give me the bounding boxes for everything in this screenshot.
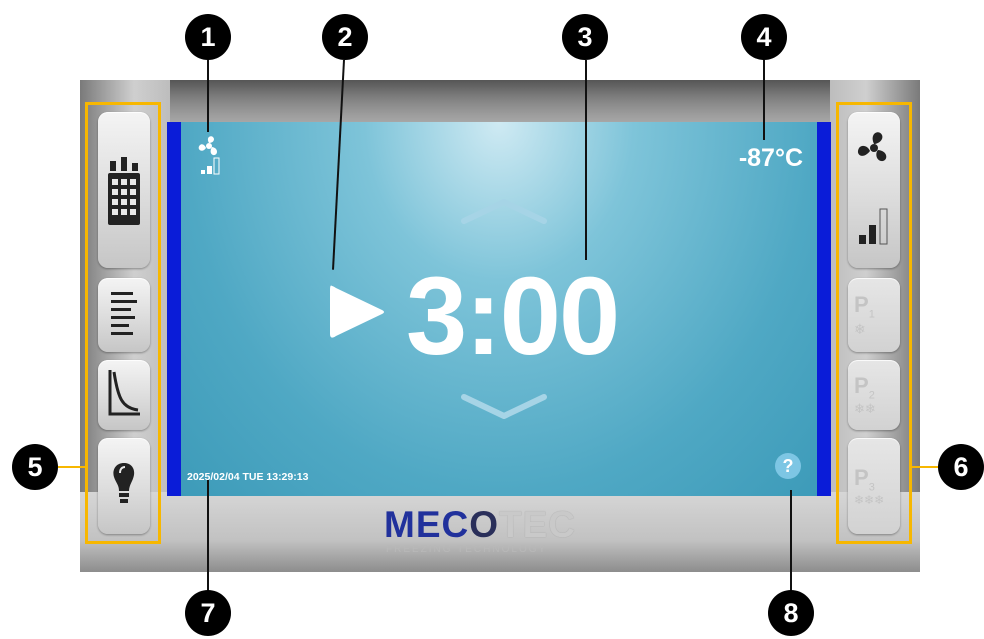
logo-part-tec: TEC (499, 504, 577, 545)
snowflake-icon: ❄❄ (854, 401, 876, 417)
snowflake-icon: ❄❄❄ (854, 493, 885, 508)
marker-1: 1 (185, 14, 231, 60)
preset-p3-label: P3 (854, 464, 875, 494)
preset-p2-label: P2 (854, 372, 875, 402)
light-button[interactable] (98, 438, 150, 534)
fan-icon (855, 129, 893, 172)
chevron-down-icon[interactable] (459, 392, 549, 427)
right-blue-strip (817, 122, 831, 496)
leader-line-3 (585, 60, 587, 260)
fan-control-button[interactable] (848, 112, 900, 268)
leader-line-8 (790, 490, 792, 592)
help-button[interactable]: ? (775, 453, 801, 479)
log-list-button[interactable] (98, 278, 150, 352)
preset-p2-button[interactable]: P2 ❄❄ (848, 360, 900, 430)
preset-p1-label: P1 (854, 292, 875, 321)
marker-6: 6 (938, 444, 984, 490)
marker-8: 8 (768, 590, 814, 636)
datetime-readout: 2025/02/04 TUE 13:29:13 (187, 471, 309, 483)
bulb-icon (111, 461, 137, 512)
leader-line-1 (207, 60, 209, 132)
chevron-up-icon[interactable] (459, 196, 549, 231)
signal-level-icon (856, 205, 892, 252)
timer-display[interactable]: 3:00 (406, 262, 620, 372)
graph-icon (106, 368, 142, 423)
snowflake-icon: ❄ (854, 320, 866, 337)
leader-line-4 (763, 60, 765, 140)
calendar-icon (107, 149, 141, 232)
leader-line-7 (207, 480, 209, 594)
graph-button[interactable] (98, 360, 150, 430)
marker-3: 3 (562, 14, 608, 60)
logo-part-o: O (469, 504, 500, 545)
leader-line-5 (58, 466, 86, 468)
marker-7: 7 (185, 590, 231, 636)
temperature-readout: -87°C (738, 144, 803, 172)
schedule-button[interactable] (98, 112, 150, 268)
preset-p3-button[interactable]: P3 ❄❄❄ (848, 438, 900, 534)
fan-status-icon (197, 134, 225, 181)
main-screen: -87°C 3:00 2025/02/04 TUE 13:29:13 ? (181, 122, 817, 496)
marker-5: 5 (12, 444, 58, 490)
help-symbol: ? (782, 455, 794, 476)
logo-part-mec: MEC (384, 504, 470, 545)
marker-4: 4 (741, 14, 787, 60)
brand-tagline: FREEZING TECHNOLOGY (386, 544, 548, 555)
marker-2: 2 (322, 14, 368, 60)
list-icon (109, 288, 139, 343)
left-blue-strip (167, 122, 181, 496)
leader-line-6 (912, 466, 940, 468)
play-icon[interactable] (324, 280, 388, 349)
brand-logo: MECOTEC (384, 504, 576, 546)
preset-p1-button[interactable]: P1 ❄ (848, 278, 900, 352)
